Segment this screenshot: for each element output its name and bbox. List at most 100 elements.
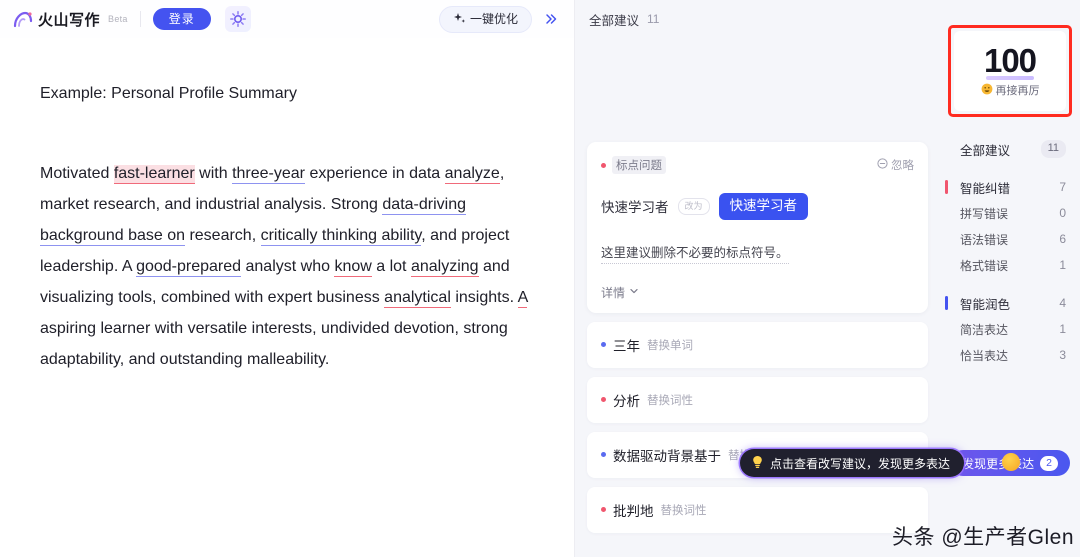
text-segment: with <box>194 165 233 182</box>
suggestion-card-active[interactable]: 标点问题 忽略 快速学习者 改为 快速学习者 这里建议删除不必要的标点符号。 详… <box>587 142 928 313</box>
brand: 火山写作 Beta <box>12 9 128 30</box>
rewrite-hint-tooltip: 点击查看改写建议，发现更多表达 <box>740 449 965 477</box>
suggestion-replace-row: 快速学习者 改为 快速学习者 <box>601 193 914 220</box>
sidebar: 100 再接再厉 全部建议 11 智能纠错 7 拼写错误 0 语法错误 6 格式… <box>940 0 1080 557</box>
sidebar-item-all-suggestions[interactable]: 全部建议 11 <box>940 136 1080 162</box>
sidebar-item-count: 7 <box>1059 180 1066 194</box>
list-item[interactable]: 分析 替换词性 <box>587 376 928 423</box>
lightbulb-icon <box>751 455 764 472</box>
login-button[interactable]: 登录 <box>152 8 211 30</box>
severity-dot-icon <box>601 162 606 168</box>
severity-dot-icon <box>601 342 606 348</box>
list-item[interactable]: 三年 替换单词 <box>587 321 928 368</box>
suggestion-tag: 标点问题 <box>601 156 666 174</box>
suggestions-scroll-area[interactable]: 标点问题 忽略 快速学习者 改为 快速学习者 这里建议删除不必要的标点符号。 详… <box>575 38 940 557</box>
chevron-down-icon <box>629 285 639 299</box>
sidebar-subitem-count: 6 <box>1059 232 1066 246</box>
score-underline <box>985 76 1035 80</box>
sidebar-subitem-count: 1 <box>1059 322 1066 336</box>
suggestion-card-header: 标点问题 忽略 <box>601 156 914 174</box>
sidebar-subitem-label: 拼写错误 <box>960 206 1009 221</box>
document-paragraph: Motivated fast-learner with three-year e… <box>40 158 534 375</box>
sidebar-subitem-label: 格式错误 <box>960 258 1009 273</box>
sidebar-item-label: 智能润色 <box>960 297 1011 312</box>
sidebar-subitem-count: 1 <box>1059 258 1066 272</box>
marked-text-segment[interactable]: know <box>334 258 372 277</box>
sidebar-item-polish[interactable]: 智能润色 4 <box>940 290 1080 316</box>
sidebar-subitem-count: 3 <box>1059 348 1066 362</box>
marked-text-segment[interactable]: analyze <box>444 165 500 184</box>
replace-arrow-badge: 改为 <box>677 198 710 215</box>
one-click-optimize-button[interactable]: 一键优化 <box>438 5 532 33</box>
severity-dot-icon <box>601 452 606 458</box>
marked-text-segment[interactable]: good-prepared <box>136 258 242 277</box>
chevron-double-right-icon[interactable] <box>538 6 564 32</box>
text-segment: experience in data <box>305 165 445 182</box>
marked-text-segment[interactable]: fast-learner <box>113 165 195 184</box>
suggestions-header-label: 全部建议 <box>589 13 640 28</box>
score-caption: 再接再厉 <box>995 85 1040 97</box>
discover-more-expressions-button[interactable]: 发现更多表达 2 <box>950 450 1070 476</box>
top-toolbar: 火山写作 Beta 登录 一键优化 <box>0 0 574 38</box>
sidebar-subitem[interactable]: 格式错误 1 <box>940 252 1080 278</box>
marked-text-segment[interactable]: analyzing <box>410 258 479 277</box>
ignore-button[interactable]: 忽略 <box>877 157 914 173</box>
sidebar-item-count: 4 <box>1059 296 1066 310</box>
detail-toggle[interactable]: 详情 <box>601 284 914 301</box>
marked-text-segment[interactable]: three-year <box>232 165 305 184</box>
one-click-optimize-label: 一键优化 <box>469 12 518 26</box>
watermark: 头条 @生产者Glen <box>891 526 1074 549</box>
sidebar-subitem[interactable]: 简洁表达 1 <box>940 316 1080 342</box>
toolbar-divider <box>139 11 141 27</box>
score-caption-wrap: 再接再厉 <box>981 82 1040 98</box>
score-card: 100 再接再厉 <box>954 31 1066 111</box>
text-segment: a lot <box>371 258 411 275</box>
suggestion-word: 批判地 <box>613 503 654 519</box>
editor-column: 火山写作 Beta 登录 一键优化 Example: Personal Prof… <box>0 0 575 557</box>
sidebar-item-error-correction[interactable]: 智能纠错 7 <box>940 174 1080 200</box>
severity-dot-icon <box>601 397 606 403</box>
suggestion-kind: 替换词性 <box>660 504 707 517</box>
magic-wand-icon[interactable] <box>224 6 251 32</box>
beta-tag: Beta <box>108 14 128 24</box>
rewrite-hint-text: 点击查看改写建议，发现更多表达 <box>770 456 951 471</box>
original-text: 快速学习者 <box>601 200 669 216</box>
text-segment: research, <box>185 227 261 244</box>
emoji-overlay-icon <box>1002 453 1020 471</box>
text-segment: analyst who <box>241 258 335 275</box>
suggestion-word: 三年 <box>613 338 640 354</box>
discover-label: 发现更多表达 <box>962 456 1035 471</box>
detail-label: 详情 <box>601 285 626 300</box>
suggestion-word: 数据驱动背景基于 <box>613 448 721 464</box>
category-list: 全部建议 11 智能纠错 7 拼写错误 0 语法错误 6 格式错误 1 智能润色 4 简洁表达 1 恰当… <box>940 136 1080 368</box>
text-segment: aspiring learner with versatile interest… <box>40 320 508 368</box>
grinning-face-emoji <box>981 83 993 98</box>
suggestions-header-count: 11 <box>647 12 660 26</box>
suggestion-description: 这里建议删除不必要的标点符号。 <box>601 242 789 264</box>
sidebar-subitem-label: 简洁表达 <box>960 322 1009 337</box>
marked-text-segment[interactable]: analytical <box>384 289 451 308</box>
sidebar-subitem[interactable]: 恰当表达 3 <box>940 342 1080 368</box>
discover-badge: 2 <box>1040 455 1058 471</box>
list-item[interactable]: 批判地 替换词性 <box>587 486 928 533</box>
sidebar-subitem[interactable]: 拼写错误 0 <box>940 200 1080 226</box>
sidebar-subitem-count: 0 <box>1059 206 1066 220</box>
marked-text-segment[interactable]: A <box>517 289 528 308</box>
apply-replacement-button[interactable]: 快速学习者 <box>718 193 809 220</box>
category-groups: 智能纠错 7 拼写错误 0 语法错误 6 格式错误 1 智能润色 4 简洁表达 1 恰当表达 3 <box>940 174 1080 368</box>
sidebar-item-label: 智能纠错 <box>960 181 1011 196</box>
toolbar-right-actions: 一键优化 <box>438 5 564 33</box>
suggestion-word: 分析 <box>613 393 640 409</box>
ignore-label: 忽略 <box>891 160 914 172</box>
marked-text-segment[interactable]: critically thinking ability <box>260 227 422 246</box>
volcano-logo-icon <box>12 9 34 29</box>
score-value: 100 <box>983 42 1037 79</box>
suggestions-header: 全部建议 11 <box>575 0 940 38</box>
sidebar-item-count: 11 <box>1040 140 1066 158</box>
accent-bar <box>945 180 948 194</box>
document-editor[interactable]: Example: Personal Profile Summary Motiva… <box>0 38 574 557</box>
suggestion-kind: 替换单词 <box>647 339 693 352</box>
suggestions-column: 全部建议 11 标点问题 忽略 快速学习者 改为 快速学习者 这里建议删除不必要… <box>575 0 965 557</box>
sidebar-subitem[interactable]: 语法错误 6 <box>940 226 1080 252</box>
score-value-wrap: 100 <box>983 42 1037 80</box>
